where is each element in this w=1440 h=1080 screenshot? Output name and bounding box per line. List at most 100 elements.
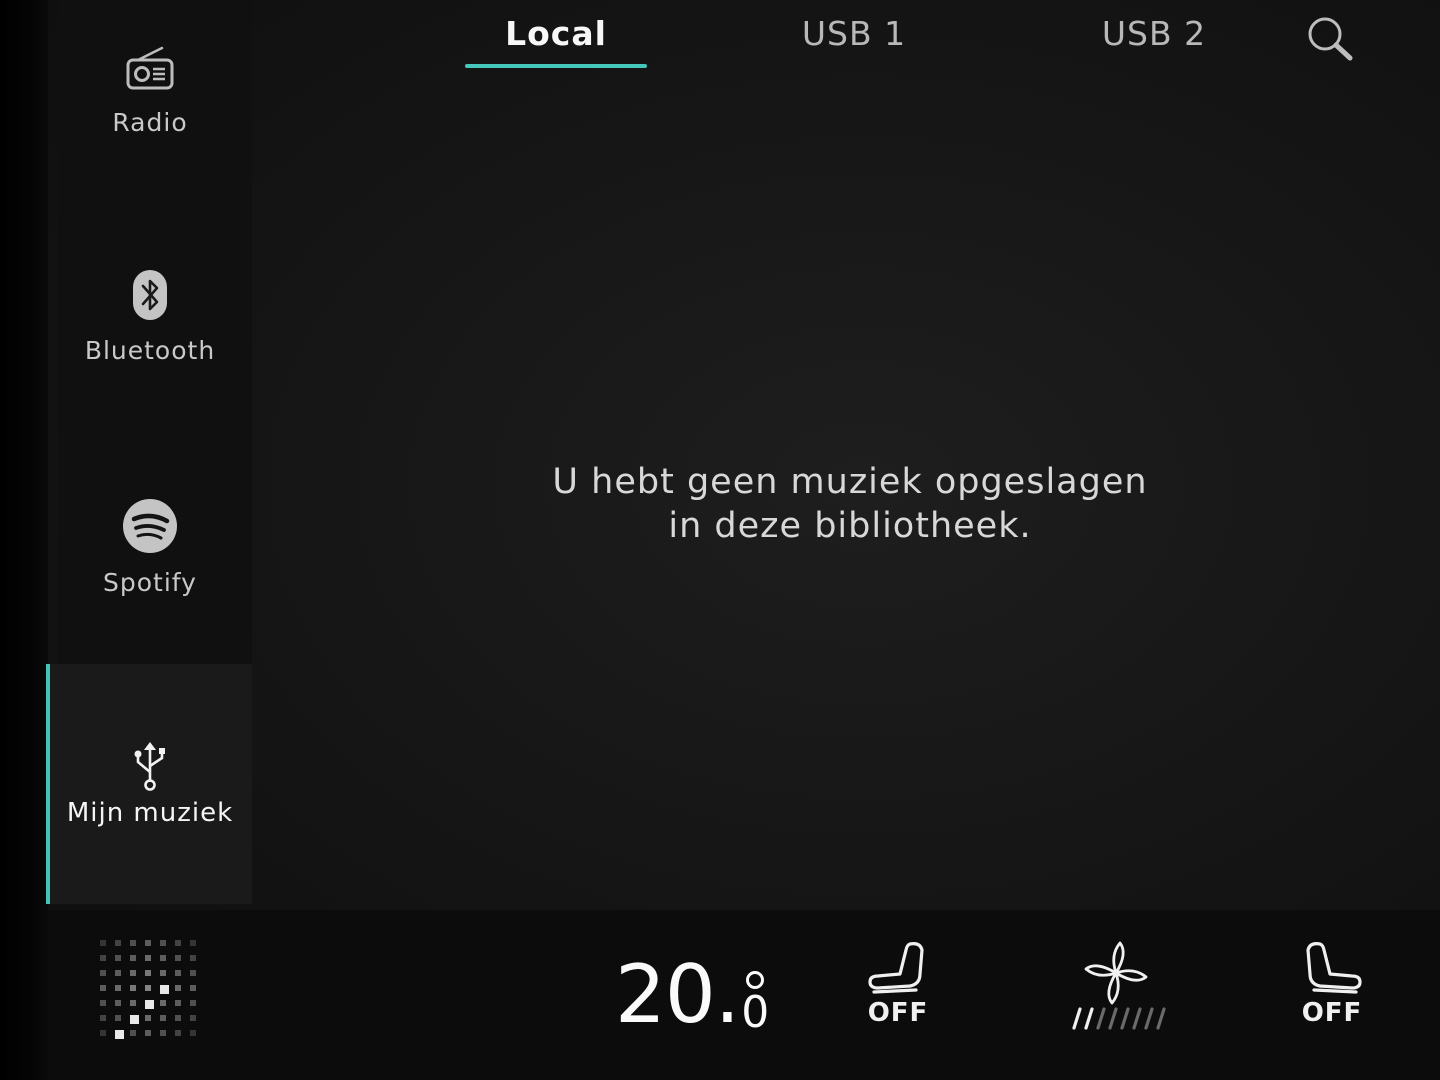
menu-dot	[190, 955, 196, 961]
menu-dot	[115, 1015, 121, 1021]
temperature-decimal-group: 0	[741, 971, 769, 1035]
menu-dot	[175, 955, 181, 961]
menu-dot	[190, 940, 196, 946]
menu-dot	[175, 1015, 181, 1021]
radio-icon	[126, 46, 174, 90]
fan-level-segment	[1084, 1007, 1094, 1030]
menu-dot	[100, 955, 106, 961]
menu-dot	[115, 940, 121, 946]
app-menu-button[interactable]	[96, 936, 204, 1044]
sidebar-item-spotify[interactable]: Spotify	[48, 498, 252, 597]
menu-dot	[190, 1015, 196, 1021]
menu-dot	[115, 955, 121, 961]
seat-heat-left-button[interactable]: OFF	[862, 940, 934, 1028]
fan-level-segment	[1144, 1007, 1154, 1030]
fan-level-segment	[1120, 1007, 1130, 1030]
seat-heat-icon	[868, 942, 924, 994]
spotify-icon	[123, 499, 177, 553]
menu-dot	[100, 1030, 106, 1036]
search-icon	[1308, 17, 1353, 61]
menu-dot	[190, 1000, 196, 1006]
sidebar-item-label: Radio	[112, 108, 188, 137]
temperature-decimal: 0	[741, 987, 770, 1038]
seat-heat-right-state: OFF	[1301, 998, 1363, 1028]
sidebar-item-label: Bluetooth	[84, 336, 216, 365]
infotainment-screen: Radio Bluetooth Spotify Mijn muziek Loca…	[0, 0, 1440, 1080]
seat-heat-left-state: OFF	[867, 998, 929, 1028]
tab-usb-2[interactable]: USB 2	[1070, 12, 1238, 70]
menu-dot-active	[145, 1000, 154, 1009]
bluetooth-icon	[133, 270, 167, 320]
search-button[interactable]	[1300, 12, 1360, 68]
fan-level-segment	[1132, 1007, 1142, 1030]
temperature-control[interactable]: 20. 0	[615, 945, 769, 1035]
fan-level-segment	[1072, 1007, 1082, 1030]
menu-dot	[160, 1030, 166, 1036]
sidebar-item-label: Spotify	[103, 568, 197, 597]
sidebar-item-radio[interactable]: Radio	[48, 44, 252, 137]
dot-grid-icon	[100, 940, 196, 1039]
menu-dot-active	[115, 1030, 124, 1039]
menu-dot	[145, 970, 151, 976]
tab-local[interactable]: Local	[465, 12, 647, 70]
menu-dot	[160, 1015, 166, 1021]
active-indicator	[46, 664, 50, 904]
seat-heat-icon	[1306, 942, 1362, 994]
menu-dot	[175, 985, 181, 991]
menu-dot	[130, 1030, 136, 1036]
menu-dot	[145, 1015, 151, 1021]
menu-dot	[175, 1030, 181, 1036]
menu-dot	[115, 1000, 121, 1006]
fan-level-segment	[1108, 1007, 1118, 1030]
menu-dot	[190, 1030, 196, 1036]
menu-dot	[145, 985, 151, 991]
fan-level-segment	[1096, 1007, 1106, 1030]
seat-heat-right-button[interactable]: OFF	[1296, 940, 1368, 1028]
fan-level-segment	[1156, 1007, 1166, 1030]
source-sidebar: Radio Bluetooth Spotify Mijn muziek	[46, 0, 252, 905]
empty-message-line-1: U hebt geen muziek opgeslagen	[552, 462, 1148, 502]
fan-level-indicator	[1072, 1007, 1166, 1030]
menu-dot	[130, 985, 136, 991]
menu-dot	[160, 940, 166, 946]
usb-icon	[134, 742, 165, 791]
menu-dot	[130, 970, 136, 976]
fan-icon	[1084, 941, 1148, 1005]
tab-label: Local	[505, 14, 607, 53]
temperature-value: 20.	[615, 948, 740, 1041]
tab-active-underline	[465, 64, 647, 68]
menu-dot	[175, 970, 181, 976]
menu-dot	[100, 970, 106, 976]
menu-dot	[100, 1000, 106, 1006]
menu-dot	[100, 985, 106, 991]
tab-usb-1[interactable]: USB 1	[770, 12, 938, 70]
sidebar-item-bluetooth[interactable]: Bluetooth	[48, 268, 252, 365]
menu-dot	[145, 1030, 151, 1036]
menu-dot	[175, 940, 181, 946]
tab-label: USB 1	[801, 14, 907, 53]
menu-dot	[190, 970, 196, 976]
sidebar-item-mijn-muziek[interactable]: Mijn muziek	[46, 664, 252, 904]
menu-dot-active	[160, 985, 169, 994]
menu-dot	[130, 955, 136, 961]
menu-dot	[130, 1000, 136, 1006]
menu-dot	[130, 940, 136, 946]
menu-dot	[160, 1000, 166, 1006]
empty-message-line-2: in deze bibliotheek.	[668, 506, 1032, 546]
menu-dot	[190, 985, 196, 991]
fan-speed-button[interactable]	[1060, 940, 1172, 1032]
empty-library-message: U hebt geen muziek opgeslagen in deze bi…	[380, 460, 1320, 548]
tab-label: USB 2	[1101, 14, 1207, 53]
menu-dot	[145, 940, 151, 946]
menu-dot	[100, 940, 106, 946]
menu-dot	[160, 970, 166, 976]
menu-dot	[115, 985, 121, 991]
screen-bezel	[0, 0, 48, 1080]
menu-dot	[100, 1015, 106, 1021]
sidebar-item-label: Mijn muziek	[66, 798, 234, 828]
menu-dot	[115, 970, 121, 976]
menu-dot	[145, 955, 151, 961]
menu-dot-active	[130, 1015, 139, 1024]
menu-dot	[175, 1000, 181, 1006]
menu-dot	[160, 955, 166, 961]
